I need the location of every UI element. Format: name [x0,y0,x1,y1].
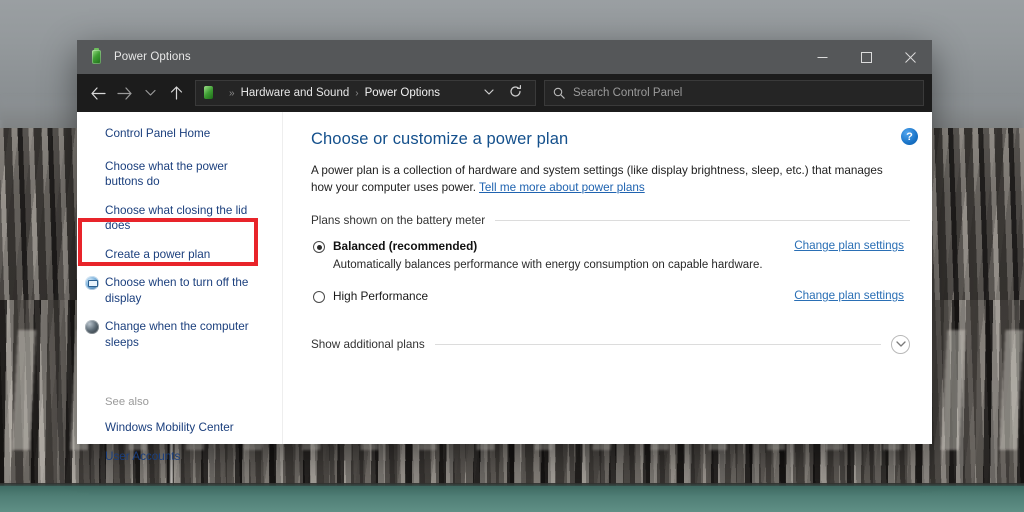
sidebar-see-also-section: See also Windows Mobility Center User Ac… [77,396,282,464]
breadcrumb-bar[interactable]: » Hardware and Sound › Power Options [195,80,536,106]
sidebar: Control Panel Home Choose what the power… [77,112,282,463]
sidebar-item-label: Choose what the power buttons do [105,159,228,189]
minimize-button[interactable] [800,40,844,74]
sidebar-item-label: User Accounts [105,449,181,463]
chevron-down-icon[interactable] [891,335,910,354]
sidebar-item-computer-sleeps[interactable]: Change when the computer sleeps [77,319,282,350]
sidebar-item-label: Change when the computer sleeps [105,320,249,349]
change-plan-settings-high-performance-link[interactable]: Change plan settings [794,289,910,302]
breadcrumb-item-power-options[interactable]: Power Options [365,87,440,99]
plan-name: High Performance [333,289,429,303]
back-button[interactable] [85,80,111,106]
recent-locations-button[interactable] [137,80,163,106]
red-highlight-annotation [78,218,258,266]
plan-row-high-performance[interactable]: High Performance Change plan settings [311,289,910,303]
plan-name: Balanced (recommended) [333,239,478,253]
breadcrumb-power-icon [202,86,216,100]
show-additional-plans-row[interactable]: Show additional plans [311,335,910,354]
main-content: ? Choose or customize a power plan A pow… [282,112,932,444]
window-title: Power Options [114,51,191,63]
change-plan-settings-balanced-link[interactable]: Change plan settings [794,239,910,252]
breadcrumb-separator: › [355,87,359,99]
divider [434,344,881,345]
address-dropdown-icon[interactable] [476,88,502,99]
sidebar-item-label: Control Panel Home [105,127,211,140]
window-body: Control Panel Home Choose what the power… [77,112,932,463]
monitor-icon [85,276,99,290]
see-also-label: See also [105,396,149,408]
page-description: A power plan is a collection of hardware… [311,162,891,196]
maximize-button[interactable] [844,40,888,74]
window-controls [800,40,932,74]
power-options-window: Power Options » Hardware and Sound › Pow… [77,40,932,463]
sidebar-item-turn-off-display[interactable]: Choose when to turn off the display [77,275,282,306]
moon-icon [85,320,99,334]
search-input-placeholder[interactable]: Search Control Panel [573,87,682,99]
search-box[interactable]: Search Control Panel [544,80,924,106]
breadcrumb-lead-separator: » [229,87,235,99]
plans-group-label: Plans shown on the battery meter [311,214,486,227]
tell-me-more-link[interactable]: Tell me more about power plans [479,181,645,194]
plans-group-header: Plans shown on the battery meter [311,214,910,227]
close-button[interactable] [888,40,932,74]
background-water [0,486,1024,512]
desktop-background: Power Options » Hardware and Sound › Pow… [0,0,1024,512]
forward-button[interactable] [111,80,137,106]
address-toolbar: » Hardware and Sound › Power Options Sea… [77,74,932,112]
help-icon[interactable]: ? [901,128,918,145]
radio-balanced[interactable] [313,241,325,253]
sidebar-item-user-accounts[interactable]: User Accounts [77,449,282,465]
plan-row-balanced[interactable]: Balanced (recommended) Change plan setti… [311,239,910,253]
breadcrumb-item-hardware-and-sound[interactable]: Hardware and Sound [241,87,350,99]
sidebar-item-windows-mobility-center[interactable]: Windows Mobility Center [77,420,282,436]
sidebar-item-control-panel-home[interactable]: Control Panel Home [77,126,282,142]
window-titlebar: Power Options [77,40,932,74]
power-battery-icon [89,48,105,65]
radio-high-performance[interactable] [313,291,325,303]
refresh-icon[interactable] [502,85,529,101]
search-icon [553,87,565,99]
up-button[interactable] [163,80,189,106]
plan-description-balanced: Automatically balances performance with … [333,259,763,271]
page-title: Choose or customize a power plan [311,130,569,148]
sidebar-item-label: Choose when to turn off the display [105,276,249,305]
sidebar-item-label: Windows Mobility Center [105,421,234,434]
show-additional-plans-label: Show additional plans [311,338,425,351]
sidebar-item-choose-power-buttons[interactable]: Choose what the power buttons do [77,159,282,190]
divider [495,220,910,221]
